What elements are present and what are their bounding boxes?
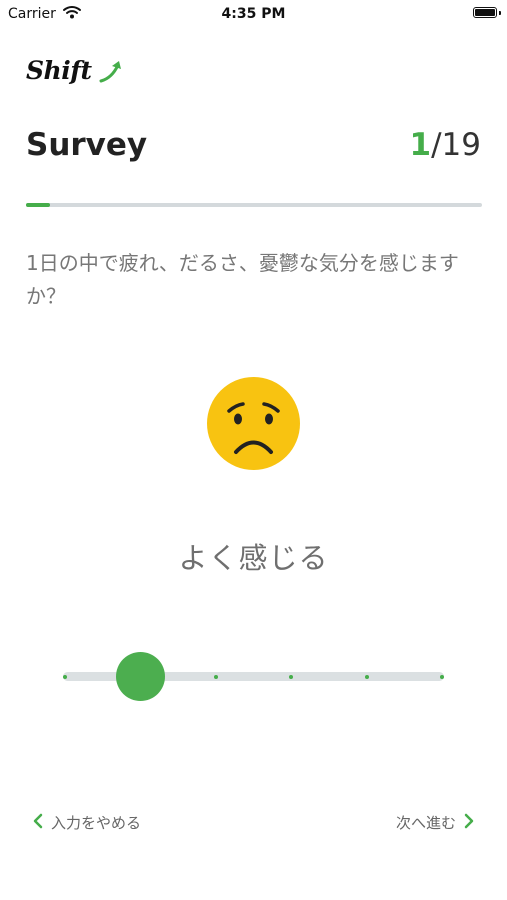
progress-bar [26, 203, 482, 207]
question-current: 1 [409, 127, 432, 163]
status-bar: Carrier 4:35 PM [0, 0, 507, 28]
question-counter: 1/19 [410, 127, 481, 163]
slider-step-dot[interactable] [364, 675, 369, 679]
question-total: /19 [431, 127, 481, 163]
progress-fill [26, 203, 50, 207]
chevron-left-icon [33, 813, 43, 833]
next-button[interactable]: 次へ進む [396, 812, 474, 833]
slider-step-dot[interactable] [63, 675, 67, 679]
battery-tip [499, 11, 501, 15]
chevron-right-icon [464, 813, 474, 833]
slider-step-dot[interactable] [213, 675, 218, 679]
up-arrow-icon [98, 56, 126, 90]
page-title: Survey [26, 127, 148, 163]
quit-input-label: 入力をやめる [51, 814, 142, 832]
question-text: 1日の中で疲れ、だるさ、憂鬱な気分を感じますか？ [26, 251, 459, 308]
next-label: 次へ進む [395, 814, 456, 832]
quit-input-button[interactable]: 入力をやめる [33, 812, 141, 833]
sad-face-icon [207, 377, 300, 474]
answer-slider-thumb[interactable] [115, 652, 165, 701]
slider-step-dot[interactable] [440, 675, 444, 679]
battery-icon [473, 7, 497, 18]
logo-text: Shift [26, 56, 92, 85]
shift-logo: Shift [26, 56, 121, 92]
answer-label: よく感じる [178, 541, 329, 575]
status-time: 4:35 PM [221, 6, 286, 22]
